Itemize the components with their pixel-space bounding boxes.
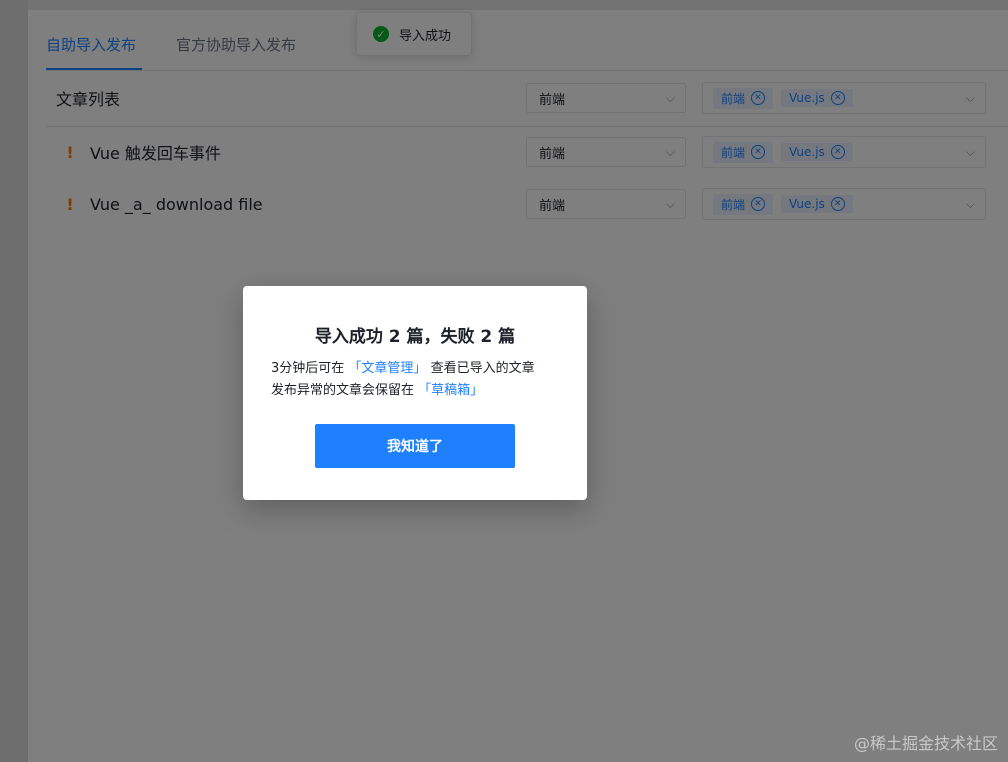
dialog-text: 发布异常的文章会保留在 [271, 383, 415, 398]
drafts-link[interactable]: 「草稿箱」 [418, 383, 483, 398]
dialog-text: 3分钟后可在 [271, 361, 345, 376]
import-result-dialog: 导入成功 2 篇，失败 2 篇 3分钟后可在 「文章管理」 查看已导入的文章 发… [243, 286, 587, 500]
watermark: @稀土掘金技术社区 [853, 734, 998, 753]
dialog-body: 3分钟后可在 「文章管理」 查看已导入的文章 发布异常的文章会保留在 「草稿箱」 [271, 358, 567, 402]
dialog-line-1: 3分钟后可在 「文章管理」 查看已导入的文章 [271, 358, 567, 380]
dialog-title: 导入成功 2 篇，失败 2 篇 [314, 327, 516, 347]
dialog-line-2: 发布异常的文章会保留在 「草稿箱」 [271, 380, 567, 402]
dialog-text: 查看已导入的文章 [430, 361, 535, 376]
article-management-link[interactable]: 「文章管理」 [348, 361, 426, 376]
got-it-button[interactable]: 我知道了 [315, 424, 515, 468]
